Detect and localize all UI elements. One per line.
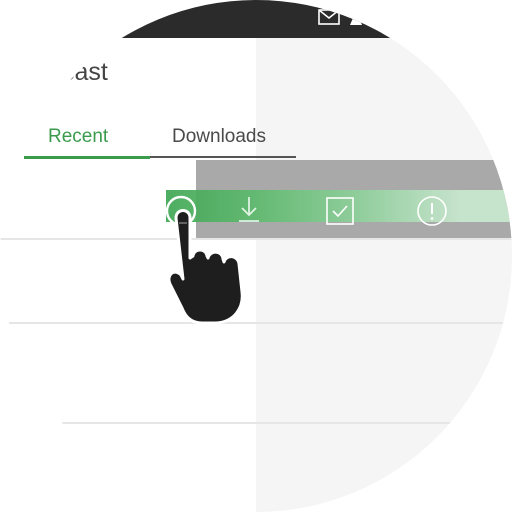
mail-icon	[318, 8, 340, 30]
checkbox-icon[interactable]	[323, 194, 357, 228]
screen-viewport: cast Recent Downloads	[0, 0, 512, 512]
status-bar	[0, 0, 512, 38]
background-panel	[256, 0, 512, 512]
hand-pointer-icon	[158, 196, 258, 326]
tab-bar: Recent Downloads	[24, 118, 296, 160]
alert-icon[interactable]	[415, 194, 449, 228]
list-divider	[8, 322, 512, 324]
signal-icon	[348, 9, 364, 30]
list-divider	[62, 422, 512, 424]
page-title: cast	[62, 58, 108, 86]
tab-downloads[interactable]: Downloads	[172, 126, 266, 148]
tab-recent[interactable]: Recent	[48, 126, 108, 148]
tab-active-indicator	[24, 156, 150, 159]
tab-bar-underline	[150, 156, 296, 158]
